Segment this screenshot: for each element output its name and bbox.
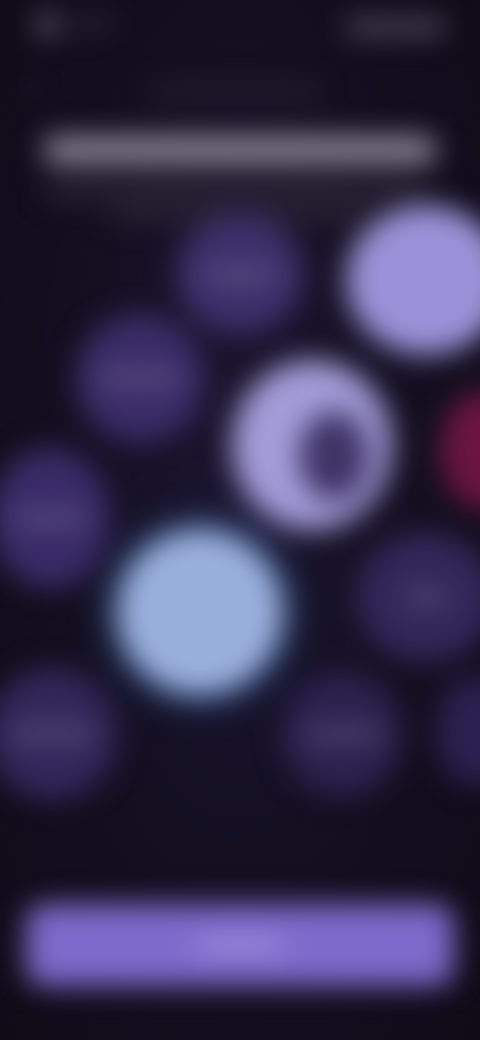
bubble-option-3[interactable] xyxy=(76,314,204,442)
bubble-label xyxy=(100,373,180,383)
blurred-selection-screen: ‹ xyxy=(0,0,480,1040)
bubble-option-5[interactable] xyxy=(440,390,480,510)
page-subtitle xyxy=(44,186,424,196)
bubble-option-10[interactable] xyxy=(282,672,402,796)
bubble-option-8[interactable] xyxy=(356,532,480,662)
continue-button-label xyxy=(195,939,285,951)
continue-button[interactable] xyxy=(26,904,454,986)
bubble-option-1[interactable] xyxy=(176,214,304,334)
bubble-option-7[interactable] xyxy=(118,530,282,694)
progress-indicator xyxy=(150,86,320,96)
back-arrow-icon[interactable]: ‹ xyxy=(20,74,48,102)
status-time xyxy=(66,20,116,28)
bubble-option-9[interactable] xyxy=(0,668,118,800)
bubble-label xyxy=(205,269,275,279)
bubble-label xyxy=(12,729,92,739)
bubble-option-4[interactable] xyxy=(232,360,392,530)
bubble-label xyxy=(406,592,446,602)
bubble-option-2[interactable] xyxy=(346,205,480,355)
bubble-option-11[interactable] xyxy=(436,676,480,786)
app-notification-icon xyxy=(36,14,58,36)
bubble-image xyxy=(299,411,370,501)
page-title xyxy=(44,136,436,164)
bubble-label xyxy=(14,513,86,523)
bubble-label xyxy=(304,729,380,739)
status-icons xyxy=(346,20,446,34)
blurred-content: ‹ xyxy=(0,0,480,1040)
status-bar xyxy=(0,0,480,60)
bubble-option-6[interactable] xyxy=(0,448,110,588)
